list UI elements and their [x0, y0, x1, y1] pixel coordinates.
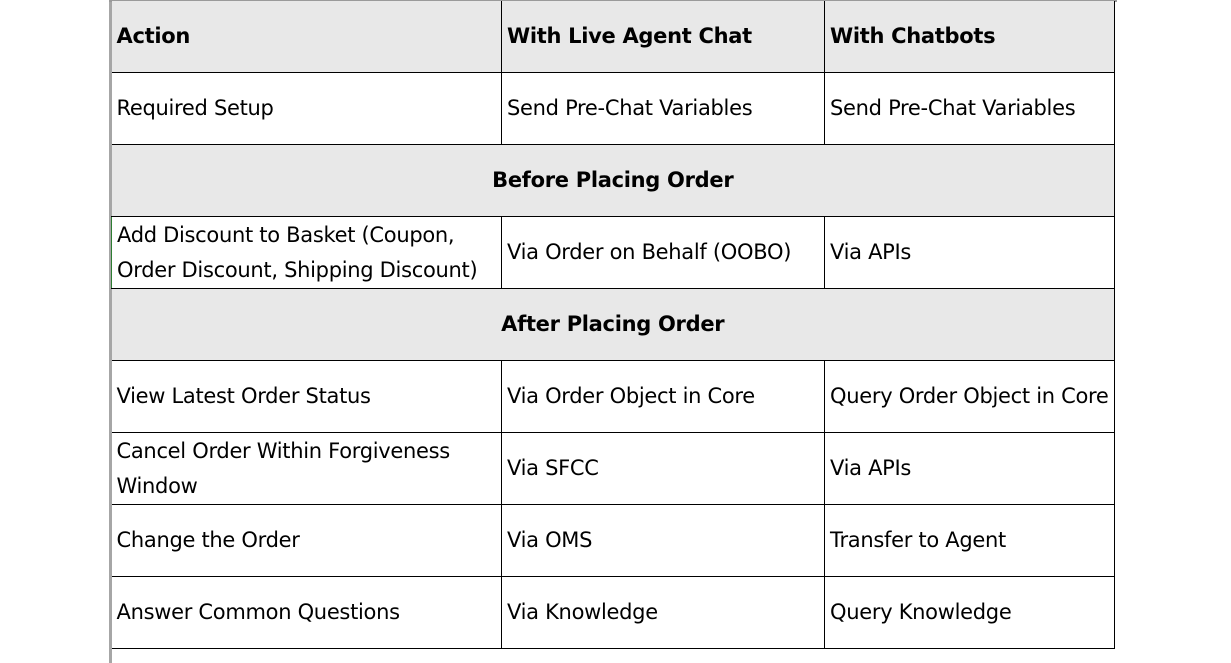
cell-action[interactable]: View Latest Order Status	[111, 360, 502, 433]
cell-action[interactable]: Answer Common Questions	[111, 576, 502, 649]
cell-chatbots[interactable]: Send Pre-Chat Variables	[824, 72, 1115, 145]
table-row: Cancel Order Within Forgiveness Window V…	[111, 432, 1115, 505]
header-cell-live-agent[interactable]: With Live Agent Chat	[501, 1, 825, 73]
section-row-after-order: After Placing Order	[111, 288, 1115, 361]
comparison-table: Action With Live Agent Chat With Chatbot…	[111, 1, 1115, 649]
cell-chatbots[interactable]: Via APIs	[824, 216, 1115, 289]
table-row: Add Discount to Basket (Coupon, Order Di…	[111, 216, 1115, 289]
cell-live-agent[interactable]: Via Order on Behalf (OOBO)	[501, 216, 825, 289]
cell-live-agent[interactable]: Via SFCC	[501, 432, 825, 505]
table-row: Required Setup Send Pre-Chat Variables S…	[111, 72, 1115, 145]
cell-action[interactable]: Add Discount to Basket (Coupon, Order Di…	[111, 216, 502, 289]
header-cell-chatbots[interactable]: With Chatbots	[824, 1, 1115, 73]
cell-action[interactable]: Cancel Order Within Forgiveness Window	[111, 432, 502, 505]
cell-live-agent[interactable]: Via Order Object in Core	[501, 360, 825, 433]
cell-action[interactable]: Required Setup	[111, 72, 502, 145]
section-label[interactable]: Before Placing Order	[111, 144, 1115, 217]
cell-live-agent[interactable]: Via OMS	[501, 504, 825, 577]
cell-chatbots[interactable]: Query Knowledge	[824, 576, 1115, 649]
cell-action[interactable]: Change the Order	[111, 504, 502, 577]
table-row: View Latest Order Status Via Order Objec…	[111, 360, 1115, 433]
section-row-before-order: Before Placing Order	[111, 144, 1115, 217]
table-row: Answer Common Questions Via Knowledge Qu…	[111, 576, 1115, 649]
section-label[interactable]: After Placing Order	[111, 288, 1115, 361]
cell-chatbots[interactable]: Transfer to Agent	[824, 504, 1115, 577]
table-row: Change the Order Via OMS Transfer to Age…	[111, 504, 1115, 577]
cell-chatbots[interactable]: Via APIs	[824, 432, 1115, 505]
cell-chatbots[interactable]: Query Order Object in Core	[824, 360, 1115, 433]
header-cell-action[interactable]: Action	[111, 1, 502, 73]
table-header-row: Action With Live Agent Chat With Chatbot…	[111, 1, 1115, 73]
cell-live-agent[interactable]: Send Pre-Chat Variables	[501, 72, 825, 145]
cell-live-agent[interactable]: Via Knowledge	[501, 576, 825, 649]
